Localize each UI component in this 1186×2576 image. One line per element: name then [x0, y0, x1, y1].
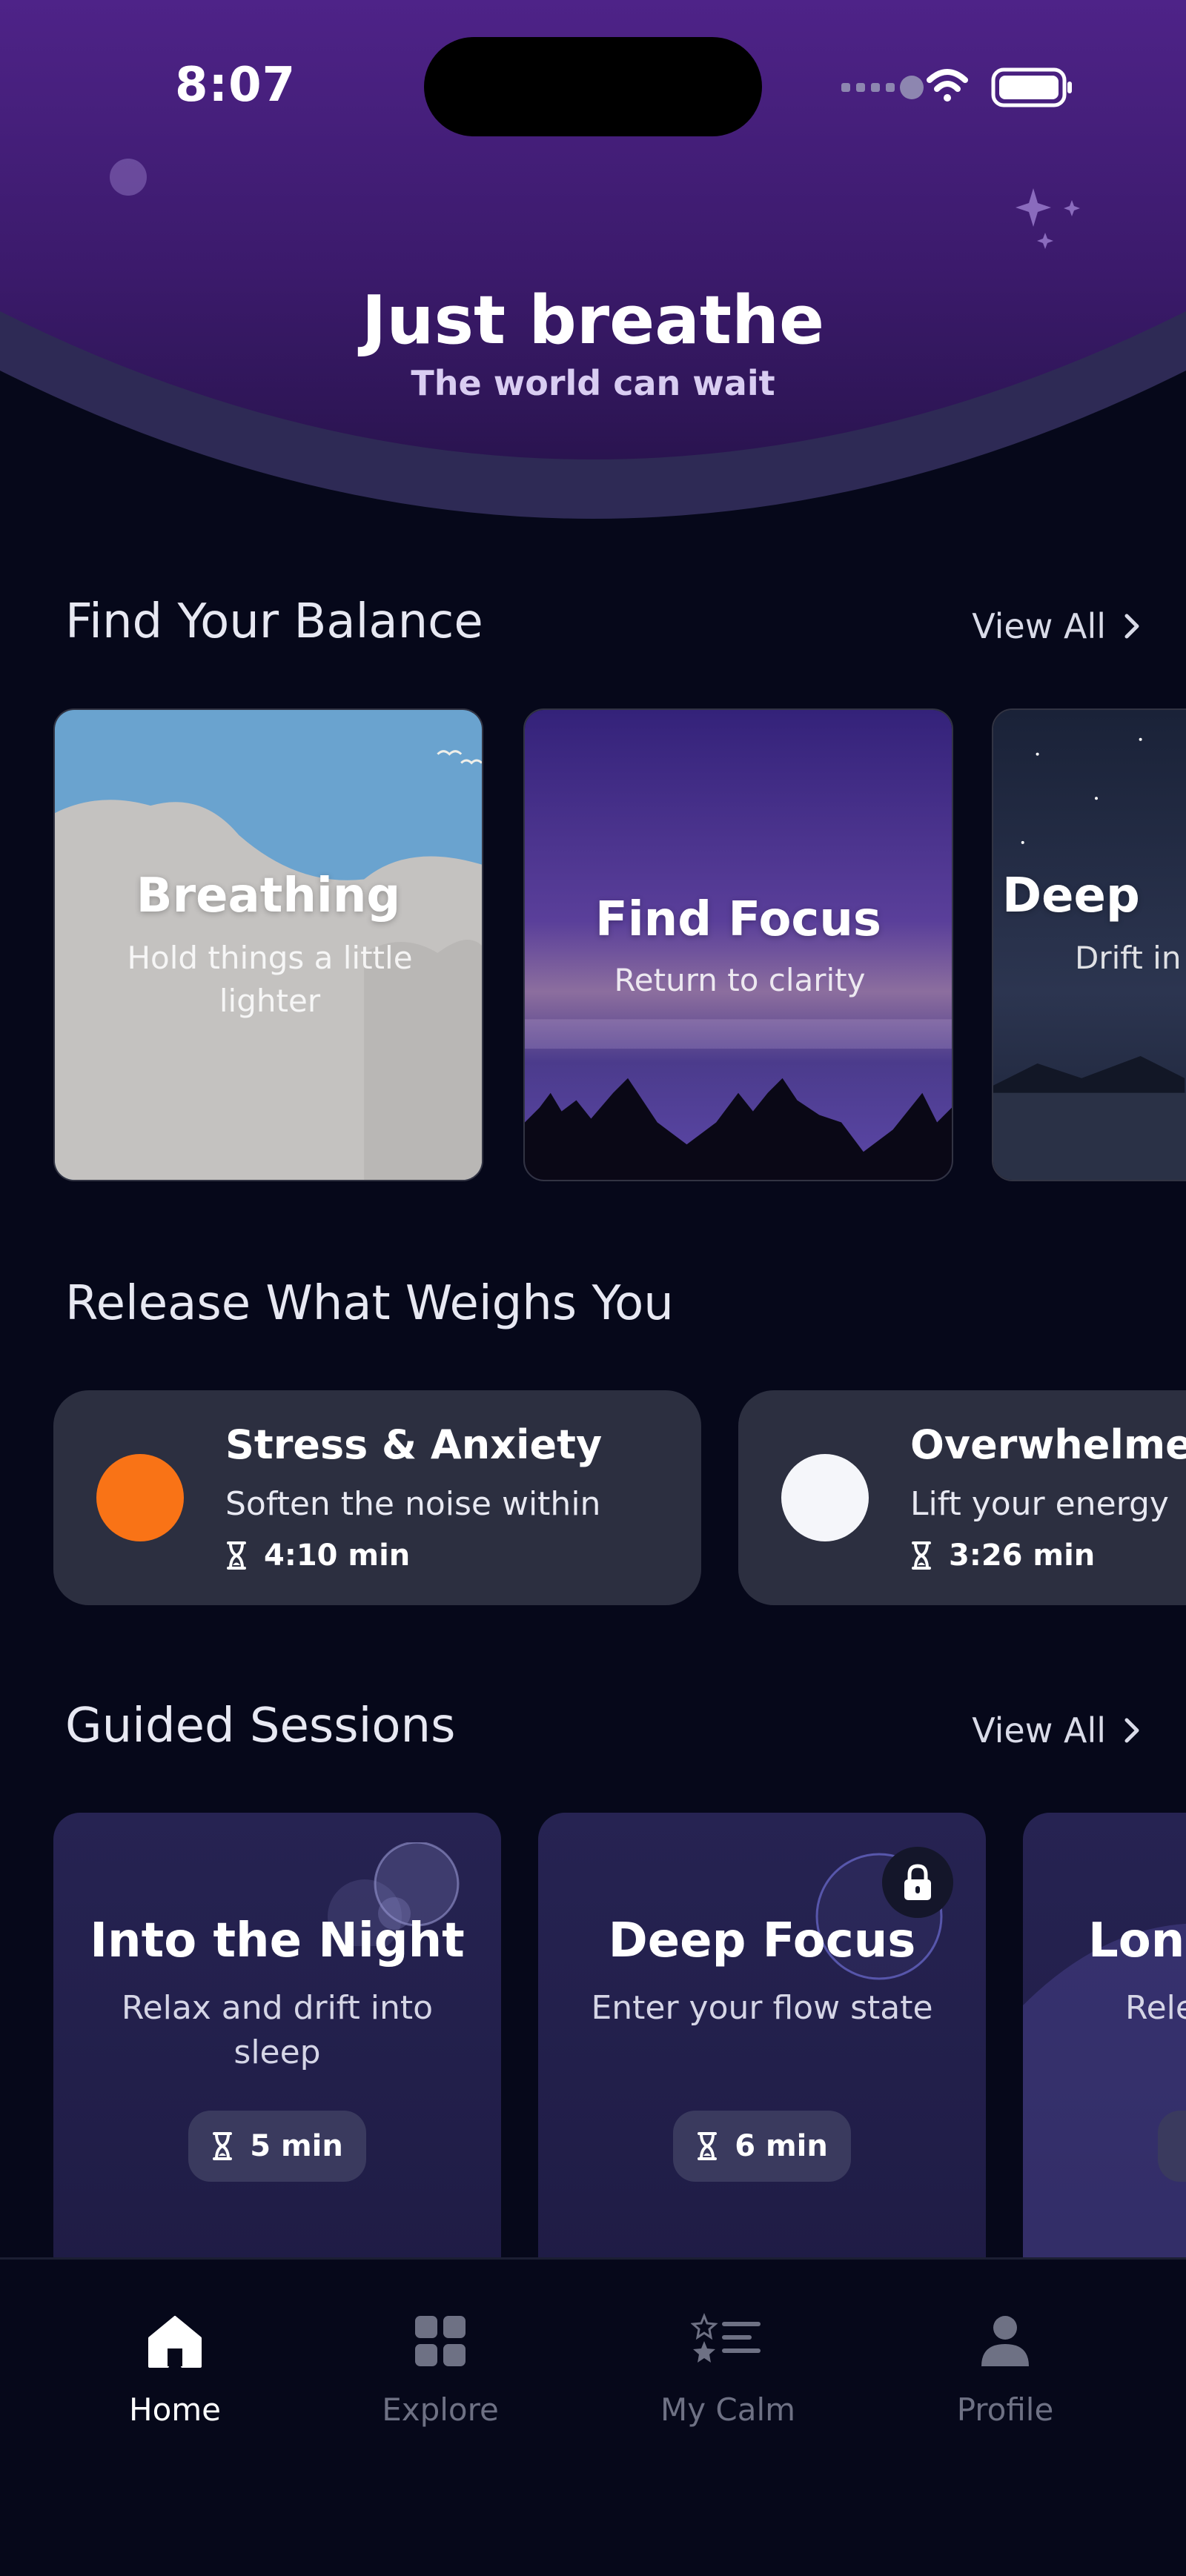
release-card-overwhelmed[interactable]: Overwhelmed Lift your energy 3:26 min — [738, 1390, 1186, 1605]
release-subtitle: Soften the noise within — [225, 1485, 601, 1523]
grid-icon — [415, 2316, 466, 2366]
mood-dot — [781, 1454, 869, 1541]
mood-dot — [96, 1454, 184, 1541]
balance-carousel: Breathing Hold things a little lighter F… — [0, 708, 1186, 1183]
balance-card-breathing[interactable]: Breathing Hold things a little lighter — [53, 708, 483, 1181]
tab-label: Profile — [956, 2391, 1054, 2428]
hero-title: Just breathe — [361, 282, 825, 359]
home-icon — [148, 2316, 202, 2368]
release-title: Overwhelmed — [910, 1421, 1186, 1468]
status-time: 8:07 — [175, 58, 296, 113]
battery-icon — [991, 67, 1072, 107]
guided-card-into-the-night[interactable]: Into the Night Relax and drift into slee… — [53, 1813, 501, 2272]
lock-badge — [882, 1847, 953, 1918]
duration-label: 5 min — [250, 2129, 343, 2163]
tab-label: My Calm — [660, 2391, 796, 2428]
view-all-label: View All — [972, 606, 1106, 646]
wifi-icon — [927, 69, 968, 102]
duration-label: 3:26 min — [949, 1538, 1096, 1573]
session-title: Deep Focus — [608, 1913, 916, 1968]
duration: 3:26 min — [910, 1538, 1095, 1573]
balance-card-deep[interactable]: Deep Drift in — [992, 708, 1186, 1181]
hourglass-icon — [912, 1541, 931, 1570]
session-subtitle: Rele — [1125, 1989, 1186, 2027]
lock-icon — [904, 1864, 931, 1900]
duration-label: 4:10 min — [264, 1538, 411, 1573]
section-title-balance: Find Your Balance — [65, 594, 483, 649]
duration-label: 6 min — [735, 2129, 828, 2163]
session-subtitle: Enter your flow state — [591, 1989, 933, 2027]
decorative-dot — [110, 159, 147, 196]
star-list-icon — [691, 2312, 761, 2363]
card-title: Deep — [1002, 869, 1140, 923]
tab-label: Explore — [382, 2391, 499, 2428]
hourglass-icon — [698, 2132, 718, 2160]
duration-pill: 6 min — [673, 2111, 851, 2182]
bottom-tab-bar: Home Explore My Calm Profile — [0, 2257, 1186, 2576]
card-subtitle: Drift in — [1075, 940, 1182, 976]
app-screen: 8:07 Just breathe The world can wait Fin… — [0, 0, 1186, 2576]
person-icon — [981, 2316, 1029, 2366]
card-subtitle: Return to clarity — [614, 962, 866, 998]
duration-pill — [1158, 2111, 1186, 2182]
tab-my-calm[interactable]: My Calm — [632, 2311, 824, 2428]
section-title-guided: Guided Sessions — [65, 1699, 456, 1753]
chevron-right-icon — [1124, 614, 1139, 639]
release-title: Stress & Anxiety — [225, 1421, 603, 1468]
card-title: Breathing — [136, 869, 401, 923]
session-title: Into the Night — [90, 1913, 465, 1968]
guided-view-all-link[interactable]: View All — [972, 1710, 1140, 1750]
dynamic-island — [424, 37, 762, 136]
hourglass-icon — [227, 1541, 246, 1570]
guided-card-deep-focus[interactable]: Deep Focus Enter your flow state 6 min — [538, 1813, 986, 2272]
balance-card-find-focus[interactable]: Find Focus Return to clarity — [523, 708, 953, 1181]
tab-profile[interactable]: Profile — [909, 2311, 1101, 2428]
hero-subtitle: The world can wait — [411, 363, 775, 403]
section-title-release: Release What Weighs You — [65, 1276, 674, 1331]
wave-decoration — [1023, 1923, 1186, 2272]
view-all-label: View All — [972, 1710, 1106, 1750]
hourglass-icon — [213, 2132, 233, 2160]
duration-pill: 5 min — [188, 2111, 366, 2182]
sparkle-icon — [1016, 188, 1080, 249]
status-icons — [841, 67, 1072, 107]
chevron-right-icon — [1124, 1718, 1139, 1743]
release-card-stress-anxiety[interactable]: Stress & Anxiety Soften the noise within… — [53, 1390, 701, 1605]
signal-icon — [841, 76, 924, 99]
card-title: Find Focus — [595, 892, 881, 947]
card-subtitle: Hold things a little lighter — [127, 940, 413, 1019]
tab-label: Home — [128, 2391, 222, 2428]
tab-explore[interactable]: Explore — [344, 2311, 537, 2428]
guided-card-long[interactable]: Long Rele — [1023, 1813, 1186, 2272]
session-title: Long — [1088, 1913, 1186, 1968]
session-subtitle: Relax and drift into sleep — [121, 1989, 434, 2071]
release-subtitle: Lift your energy — [910, 1485, 1169, 1523]
duration: 4:10 min — [225, 1538, 410, 1573]
balance-view-all-link[interactable]: View All — [972, 606, 1140, 646]
tab-home[interactable]: Home — [79, 2311, 271, 2428]
